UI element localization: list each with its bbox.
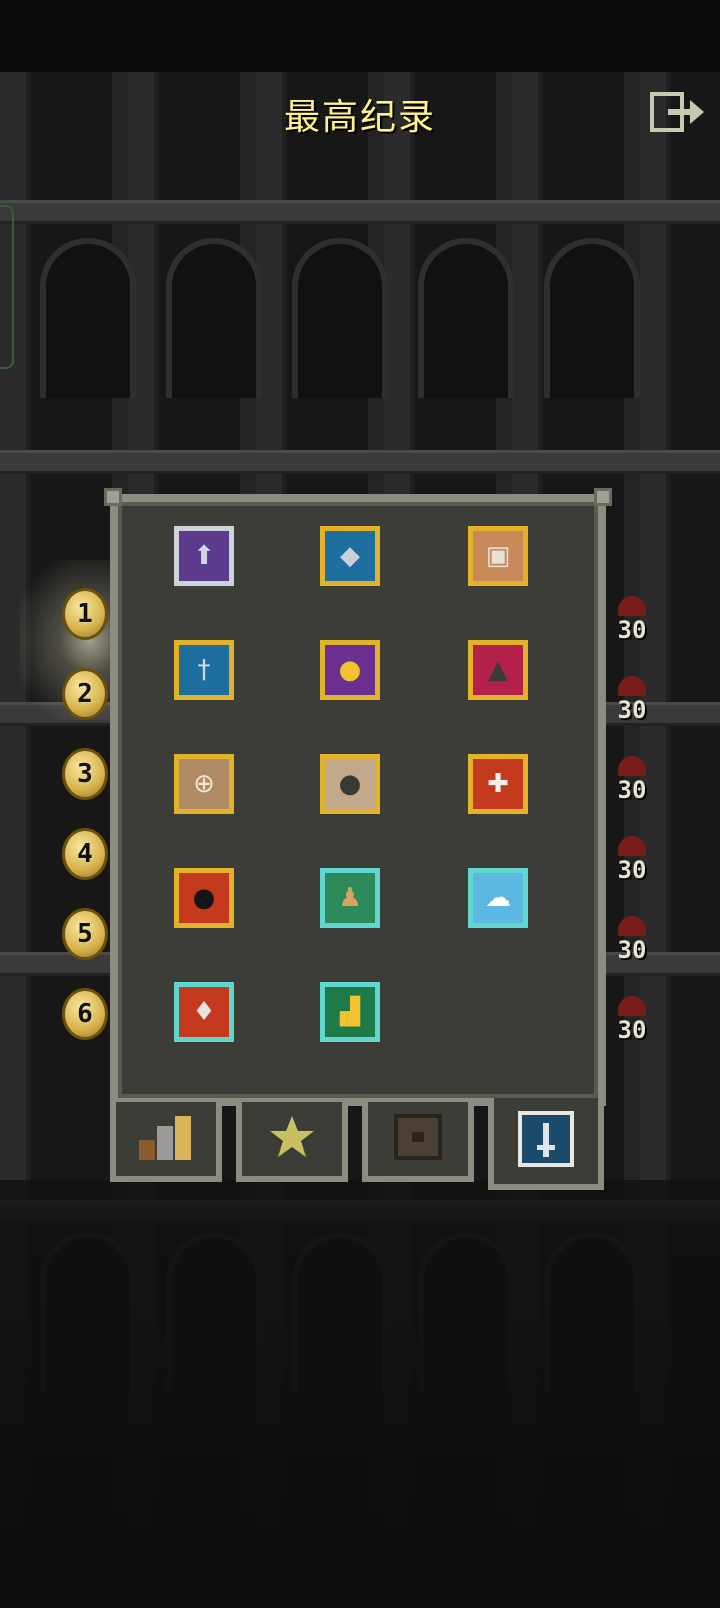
boulder-icon: ● xyxy=(338,769,362,799)
padlock-icon: ▲ xyxy=(488,655,508,685)
bomb-icon: ● xyxy=(192,883,216,913)
bottom-shadow xyxy=(0,1180,720,1608)
star-icon xyxy=(267,1114,317,1164)
rank-coin-1[interactable]: 1 xyxy=(62,588,108,640)
badge-cross[interactable]: ✚ xyxy=(468,754,528,814)
briefcase-icon: ▣ xyxy=(485,541,511,571)
ledge xyxy=(0,450,720,474)
score-badge-3: 30 xyxy=(612,746,652,802)
coin-icon: ● xyxy=(338,655,362,685)
badge-up-arrow[interactable]: ⬆ xyxy=(174,526,234,586)
score-value: 30 xyxy=(617,696,647,724)
badge-cloud[interactable]: ☁ xyxy=(468,868,528,928)
rank-coin-5[interactable]: 5 xyxy=(62,908,108,960)
tab-sword-badge[interactable] xyxy=(488,1098,604,1190)
panel-corner xyxy=(594,488,612,506)
wheel-icon: ⊕ xyxy=(193,769,215,799)
score-value: 30 xyxy=(617,776,647,804)
exit-icon xyxy=(650,92,704,132)
exit-button[interactable] xyxy=(650,90,706,134)
leaderboard-bars-icon xyxy=(135,1112,197,1166)
flame-icon xyxy=(618,836,646,856)
page-title: 最高纪录 xyxy=(283,97,436,138)
rank-coin-2[interactable]: 2 xyxy=(62,668,108,720)
sword-badge-icon xyxy=(518,1111,574,1171)
pawn-icon: ♟ xyxy=(338,883,362,913)
badge-bomb[interactable]: ● xyxy=(174,868,234,928)
rank-coin-3[interactable]: 3 xyxy=(62,748,108,800)
badge-fish[interactable]: ◆ xyxy=(320,526,380,586)
score-badge-1: 30 xyxy=(612,586,652,642)
score-badge-5: 30 xyxy=(612,906,652,962)
cross-icon: ✚ xyxy=(487,769,509,799)
flame-icon xyxy=(618,916,646,936)
tab-star[interactable] xyxy=(236,1102,348,1182)
badge-padlock[interactable]: ▲ xyxy=(468,640,528,700)
arch-row xyxy=(0,238,720,398)
badge-briefcase[interactable]: ▣ xyxy=(468,526,528,586)
up-arrow-icon: ⬆ xyxy=(193,541,215,571)
rank-coin-4[interactable]: 4 xyxy=(62,828,108,880)
badge-coin[interactable]: ● xyxy=(320,640,380,700)
score-badge-4: 30 xyxy=(612,826,652,882)
score-badge-6: 30 xyxy=(612,986,652,1042)
sword-icon: † xyxy=(197,655,211,685)
panel-corner xyxy=(104,488,122,506)
bar-chart-icon: ▟ xyxy=(340,997,360,1027)
flame-icon xyxy=(618,756,646,776)
badge-pawn[interactable]: ♟ xyxy=(320,868,380,928)
score-badge-2: 30 xyxy=(612,666,652,722)
fish-icon: ◆ xyxy=(340,541,360,571)
badges-panel: ⬆ ◆ ▣ † ● ▲ ⊕ ● ✚ ● ♟ ☁ ♦ ▟ xyxy=(110,494,606,1106)
cloud-icon: ☁ xyxy=(485,883,511,913)
top-bar xyxy=(0,0,720,72)
badge-bar-chart[interactable]: ▟ xyxy=(320,982,380,1042)
badge-heart[interactable]: ♦ xyxy=(174,982,234,1042)
heart-icon: ♦ xyxy=(192,997,216,1027)
flame-icon xyxy=(618,676,646,696)
flame-icon xyxy=(618,996,646,1016)
badge-sword[interactable]: † xyxy=(174,640,234,700)
score-value: 30 xyxy=(617,936,647,964)
side-panel-edge[interactable] xyxy=(0,205,14,369)
badge-boulder[interactable]: ● xyxy=(320,754,380,814)
tab-leaderboard-bars[interactable] xyxy=(110,1102,222,1182)
tab-journal-book[interactable] xyxy=(362,1102,474,1182)
score-value: 30 xyxy=(617,1016,647,1044)
score-value: 30 xyxy=(617,856,647,884)
flame-icon xyxy=(618,596,646,616)
badge-wheel[interactable]: ⊕ xyxy=(174,754,234,814)
ledge xyxy=(0,200,720,224)
journal-book-icon xyxy=(390,1112,446,1166)
rank-coin-6[interactable]: 6 xyxy=(62,988,108,1040)
score-value: 30 xyxy=(617,616,647,644)
